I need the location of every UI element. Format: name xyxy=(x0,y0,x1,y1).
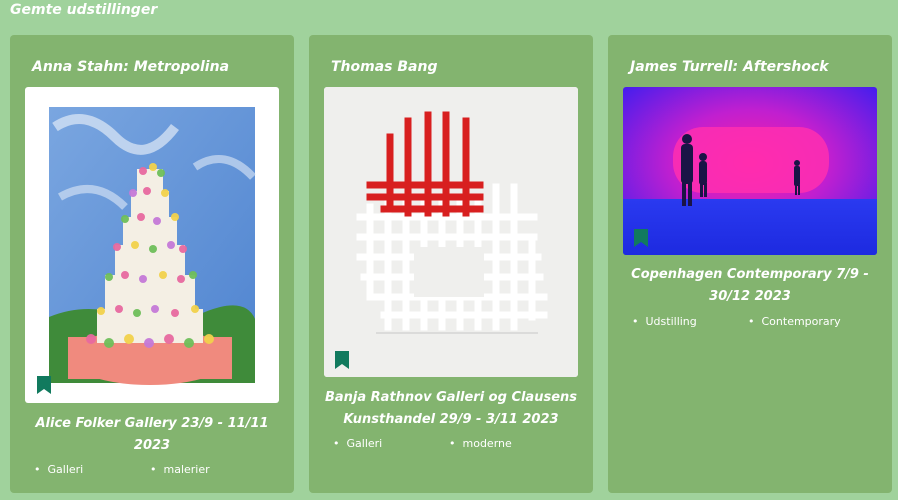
exhibition-title[interactable]: James Turrell: Aftershock xyxy=(630,59,829,75)
exhibition-title[interactable]: Thomas Bang xyxy=(331,59,437,75)
light-installation-image[interactable] xyxy=(623,87,877,255)
page-title: Gemte udstillinger xyxy=(10,2,158,18)
tag: Galleri xyxy=(34,463,150,476)
tag-list: Galleri malerier xyxy=(34,463,284,476)
tag: moderne xyxy=(449,437,565,450)
exhibition-venue: Banja Rathnov Galleri og Clausens Kunsth… xyxy=(319,387,583,431)
venue-line: Copenhagen Contemporary 7/9 - xyxy=(631,267,869,282)
exhibition-card[interactable]: Anna Stahn: Metropolina Alice Folker Gal… xyxy=(10,35,294,493)
cake-painting-image[interactable] xyxy=(25,87,279,403)
exhibition-venue: Copenhagen Contemporary 7/9 - 30/12 2023 xyxy=(618,264,882,308)
venue-line: Banja Rathnov Galleri og Clausens xyxy=(324,390,578,405)
tag-list: Galleri moderne xyxy=(333,437,583,450)
exhibition-title[interactable]: Anna Stahn: Metropolina xyxy=(32,59,229,75)
exhibition-card[interactable]: James Turrell: Aftershock Copenhagen Con… xyxy=(608,35,892,493)
venue-line: Kunsthandel 29/9 - 3/11 2023 xyxy=(343,412,559,427)
exhibition-venue: Alice Folker Gallery 23/9 - 11/11 2023 xyxy=(20,413,284,457)
tag: Udstilling xyxy=(632,315,748,328)
grid-sculpture-image[interactable] xyxy=(324,87,578,377)
venue-line: 30/12 2023 xyxy=(709,289,791,304)
tag-list: Udstilling Contemporary xyxy=(632,315,882,328)
tag: Contemporary xyxy=(748,315,864,328)
exhibition-card[interactable]: Thomas Bang Banja Rathnov Galleri og Cla… xyxy=(309,35,593,493)
tag: malerier xyxy=(150,463,266,476)
venue-line: 2023 xyxy=(133,438,171,453)
venue-line: Alice Folker Gallery 23/9 - 11/11 xyxy=(35,416,269,431)
tag: Galleri xyxy=(333,437,449,450)
